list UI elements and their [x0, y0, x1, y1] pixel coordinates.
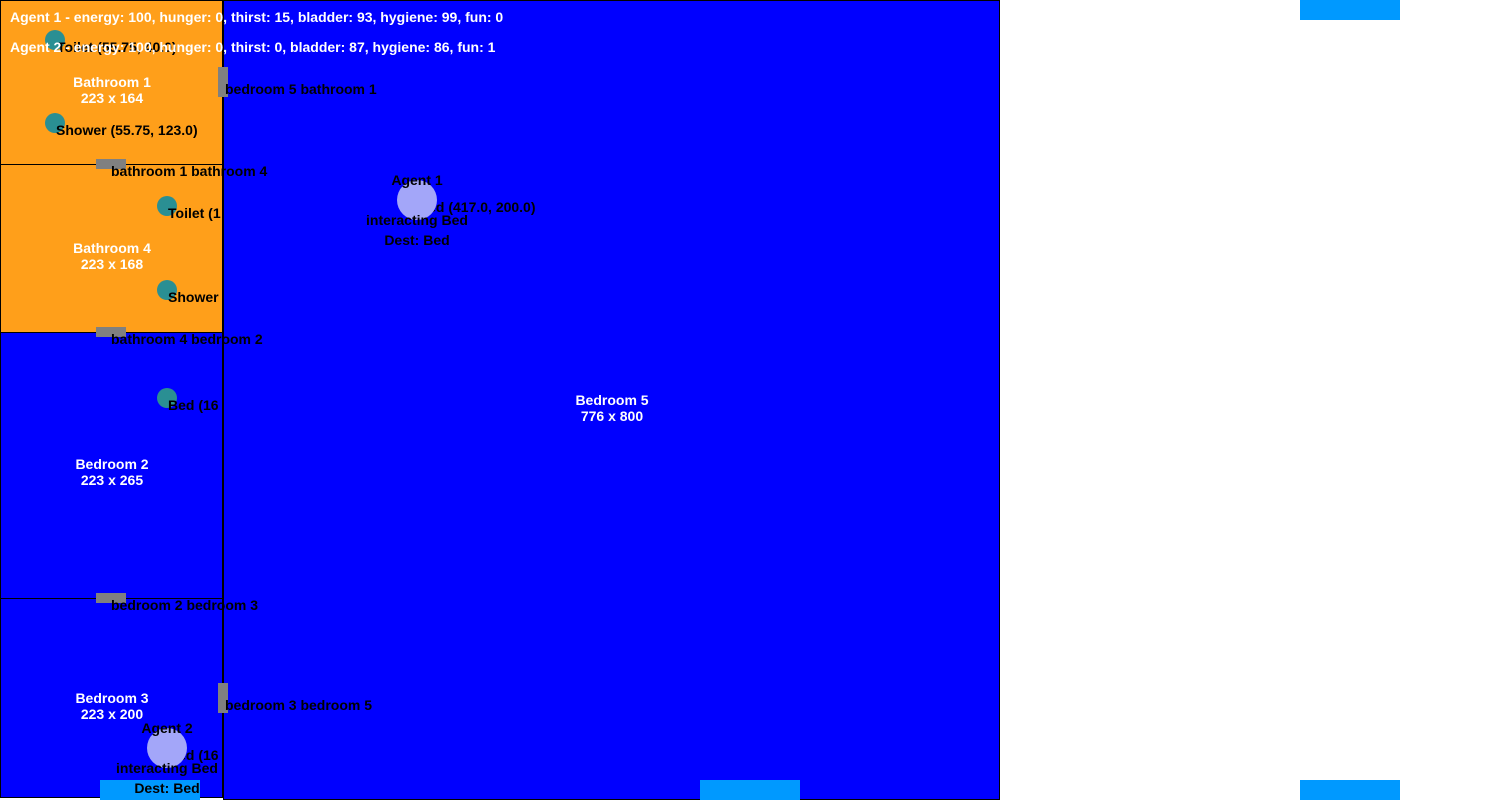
room-size: 223 x 164 [80, 90, 144, 106]
agent-1-destination: Dest: Bed [384, 232, 450, 248]
toilet-label: Toilet (1 [168, 205, 221, 221]
shower-label: Shower [168, 289, 219, 305]
shower-label: Shower (55.75, 123.0) [56, 122, 198, 138]
room-size: 223 x 168 [80, 256, 144, 272]
spawn-marker-bottom-2 [700, 780, 800, 800]
room-label-bathroom-4: Bathroom 4 223 x 168 [1, 240, 223, 272]
room-bedroom-5[interactable]: Bedroom 5 776 x 800 [223, 0, 1000, 800]
room-size: 223 x 265 [80, 472, 144, 488]
door-label: bathroom 1 bathroom 4 [111, 163, 268, 179]
room-name: Bathroom 4 [73, 240, 151, 256]
agent-2-name: Agent 2 [141, 720, 193, 736]
room-name: Bedroom 5 [575, 392, 649, 408]
bed-label: Bed (16 [168, 397, 219, 413]
agent-2-status: Agent 2 - energy: 100, hunger: 0, thirst… [10, 39, 496, 55]
room-size: 776 x 800 [580, 408, 644, 424]
agent-1-state: interacting Bed [366, 212, 468, 228]
door-label: bedroom 2 bedroom 3 [111, 597, 259, 613]
door-label: bedroom 3 bedroom 5 [225, 697, 373, 713]
spawn-marker-bottom-3 [1300, 780, 1400, 800]
room-name: Bedroom 2 [75, 456, 149, 472]
room-bathroom-4[interactable]: Bathroom 4 223 x 168 [0, 164, 223, 333]
agent-2-destination: Dest: Bed [134, 780, 200, 796]
room-label-bathroom-1: Bathroom 1 223 x 164 [1, 74, 223, 106]
spawn-marker-top-3 [1300, 0, 1400, 20]
agent-1-name: Agent 1 [391, 172, 443, 188]
room-name: Bathroom 1 [73, 74, 151, 90]
room-label-bedroom-2: Bedroom 2 223 x 265 [1, 456, 223, 488]
room-label-bedroom-5: Bedroom 5 776 x 800 [224, 392, 1000, 424]
door-label: bedroom 5 bathroom 1 [225, 81, 377, 97]
room-bedroom-2[interactable]: Bedroom 2 223 x 265 [0, 332, 223, 599]
agent-2-state: interacting Bed [116, 760, 218, 776]
door-label: bathroom 4 bedroom 2 [111, 331, 263, 347]
agent-1-status: Agent 1 - energy: 100, hunger: 0, thirst… [10, 9, 504, 25]
room-name: Bedroom 3 [75, 690, 149, 706]
